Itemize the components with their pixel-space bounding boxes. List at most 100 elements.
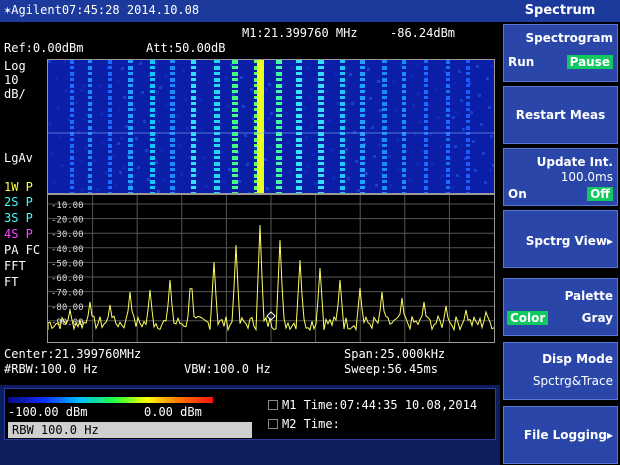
spectrogram-noise [490, 135, 493, 138]
spectrogram-column-segment [296, 156, 302, 159]
spectrogram-column-segment [88, 78, 92, 82]
spectrogram-noise [324, 61, 327, 64]
spectrogram-column-segment [232, 192, 238, 193]
spectrogram-column-segment [382, 180, 387, 183]
spectrogram-column-segment [318, 156, 324, 160]
spectrogram-noise [486, 77, 489, 80]
spectrogram-column-segment [340, 138, 345, 142]
spectrogram-column-segment [170, 78, 175, 82]
update-int-softkey[interactable]: Update Int. 100.0ms On Off [503, 148, 618, 206]
spectrogram-noise [480, 123, 483, 126]
spectrogram-column-segment [70, 120, 74, 124]
spectrogram-column-segment [424, 108, 428, 111]
spectrogram-column-segment [360, 180, 365, 184]
clock-date: 2014.10.08 [126, 3, 200, 17]
spectrogram-column-segment [170, 144, 175, 147]
spectrogram-column-segment [150, 144, 155, 148]
spectrogram-column-segment [232, 174, 238, 177]
spectrogram-column-segment [232, 126, 238, 129]
trace-4-label: 4S P [4, 227, 33, 241]
spectrogram-column-segment [340, 150, 345, 154]
spectrogram-noise [369, 97, 372, 100]
spectrogram-column-segment [232, 144, 238, 148]
spectrogram-column-segment [360, 120, 365, 124]
spectrogram-column-segment [214, 102, 220, 106]
spectrogram-display [47, 59, 495, 194]
spctrg-view-softkey[interactable]: Spctrg View▸ [503, 210, 618, 268]
spectrogram-noise [205, 185, 208, 188]
spectrogram-column-segment [296, 78, 302, 82]
file-logging-label: File Logging▸ [523, 428, 613, 442]
spectrogram-noise [49, 123, 52, 126]
spectrogram-column-segment [340, 90, 345, 94]
spectrogram-column-segment [214, 186, 220, 190]
spectrogram-column-segment [150, 60, 155, 64]
pause-option: Pause [566, 55, 613, 69]
spectrogram-column-segment [150, 126, 155, 129]
spectrogram-noise [345, 148, 348, 151]
spectrogram-noise [373, 155, 376, 158]
spectrogram-column-segment [88, 168, 92, 171]
spectrogram-noise [277, 129, 280, 132]
spectrogram-column-segment [466, 126, 470, 130]
spectrogram-noise [250, 88, 253, 91]
spectrogram-column-segment [446, 174, 450, 177]
spectrogram-column-segment [382, 174, 387, 178]
spectrogram-softkey[interactable]: Spectrogram Run Pause [503, 24, 618, 82]
spectrogram-column-segment [340, 144, 345, 147]
spectrogram-column-segment [191, 162, 196, 165]
spectrogram-column-segment [318, 120, 324, 124]
spectrogram-column-segment [232, 72, 238, 76]
spectrogram-column-segment [170, 84, 175, 87]
spectrogram-column-segment [88, 60, 92, 63]
spectrogram-column-segment [191, 180, 196, 184]
off-option: Off [587, 187, 613, 201]
disp-mode-softkey[interactable]: Disp Mode Spctrg&Trace [503, 342, 618, 400]
spectrogram-noise [139, 62, 142, 65]
spectrogram-column-segment [296, 108, 302, 111]
spectrogram-column-segment [150, 180, 155, 184]
spectrogram-column-segment [466, 144, 470, 147]
spectrogram-column-segment [402, 78, 406, 81]
spectrogram-noise [119, 171, 122, 174]
spectrogram-column-segment [88, 72, 92, 75]
spectrogram-column-segment [108, 126, 112, 129]
spectrogram-column-segment [360, 84, 365, 88]
palette-softkey[interactable]: Palette Color Gray [503, 278, 618, 336]
spectrogram-column-segment [340, 60, 345, 63]
spectrogram-column-segment [402, 168, 406, 172]
spectrogram-column-segment [191, 78, 196, 81]
spectrogram-column-segment [232, 180, 238, 184]
spectrogram-column-segment [88, 162, 92, 166]
spectrogram-column-segment [108, 120, 112, 124]
spectrogram-column-segment [466, 72, 470, 75]
spectrogram-column-segment [276, 126, 282, 129]
spectrogram-noise [266, 187, 269, 190]
spectrogram-column-segment [191, 102, 196, 105]
file-logging-softkey[interactable]: File Logging▸ [503, 406, 618, 464]
spectrogram-column-segment [340, 66, 345, 70]
spectrogram-column-segment [214, 72, 220, 75]
spctrg-view-label: Spctrg View▸ [525, 234, 613, 248]
spectrogram-column-segment [402, 102, 406, 105]
spectrogram-column-segment [424, 102, 428, 106]
color-option: Color [507, 311, 549, 325]
spectrogram-column-segment [360, 126, 365, 129]
spectrogram-column-segment [296, 72, 302, 75]
spectrogram-column-segment [108, 174, 112, 177]
restart-meas-softkey[interactable]: Restart Meas [503, 86, 618, 144]
spectrogram-noise [85, 113, 88, 116]
spectrogram-noise [357, 189, 360, 192]
spectrogram-column-segment [214, 138, 220, 142]
spectrogram-column-segment [191, 72, 196, 76]
spectrogram-noise [100, 113, 103, 116]
spectrogram-column-segment [466, 156, 470, 159]
spectrogram-column-segment [382, 78, 387, 82]
spectrogram-noise [443, 70, 446, 73]
spectrogram-column-segment [276, 72, 282, 76]
spectrogram-column-segment [318, 150, 324, 153]
spectrogram-column-segment [232, 90, 238, 93]
spectrogram-column-segment [70, 102, 74, 105]
spectrogram-noise [410, 75, 413, 78]
spectrogram-column-segment [232, 66, 238, 69]
